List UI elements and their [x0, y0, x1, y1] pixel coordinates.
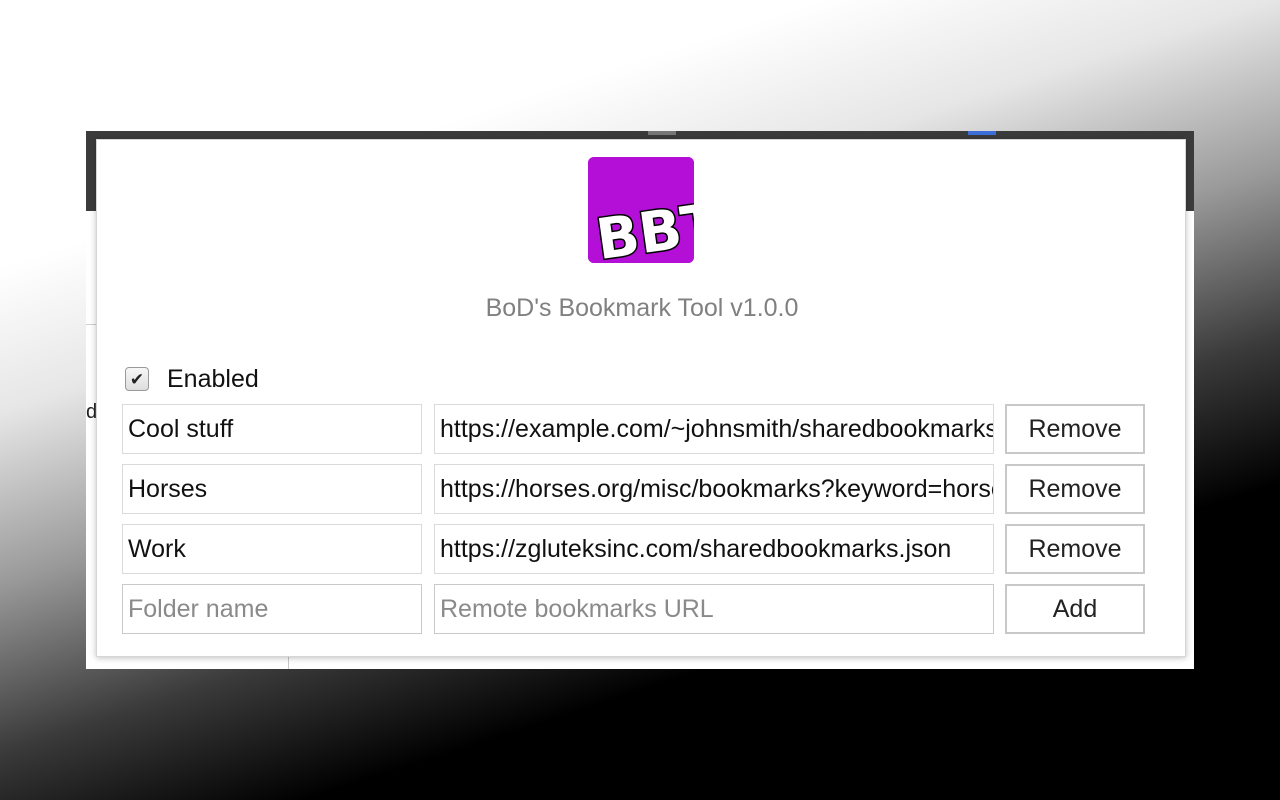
extension-popup: BBT BoD's Bookmark Tool v1.0.0 ✔ Enabled… — [96, 139, 1186, 657]
folder-name-input[interactable] — [122, 464, 422, 514]
bbt-logo-icon: BBT — [588, 157, 694, 263]
remove-button[interactable]: Remove — [1005, 524, 1145, 574]
folder-name-input[interactable] — [122, 524, 422, 574]
bookmark-url-input[interactable] — [434, 524, 994, 574]
new-bookmark-url-input[interactable] — [434, 584, 994, 634]
enabled-toggle[interactable]: ✔ Enabled — [125, 363, 259, 395]
enabled-label: Enabled — [167, 364, 259, 393]
add-button[interactable]: Add — [1005, 584, 1145, 634]
folder-name-input[interactable] — [122, 404, 422, 454]
new-folder-name-input[interactable] — [122, 584, 422, 634]
remove-button[interactable]: Remove — [1005, 464, 1145, 514]
bookmark-url-input[interactable] — [434, 404, 994, 454]
extension-icon[interactable] — [968, 131, 996, 135]
app-logo: BBT — [588, 157, 694, 263]
remove-button[interactable]: Remove — [1005, 404, 1145, 454]
enabled-checkbox[interactable]: ✔ — [125, 367, 149, 391]
toolbar-icon[interactable] — [648, 131, 676, 135]
background-page-text: d — [86, 401, 96, 423]
app-title: BoD's Bookmark Tool v1.0.0 — [485, 294, 799, 322]
check-icon: ✔ — [129, 369, 145, 389]
bookmark-url-input[interactable] — [434, 464, 994, 514]
